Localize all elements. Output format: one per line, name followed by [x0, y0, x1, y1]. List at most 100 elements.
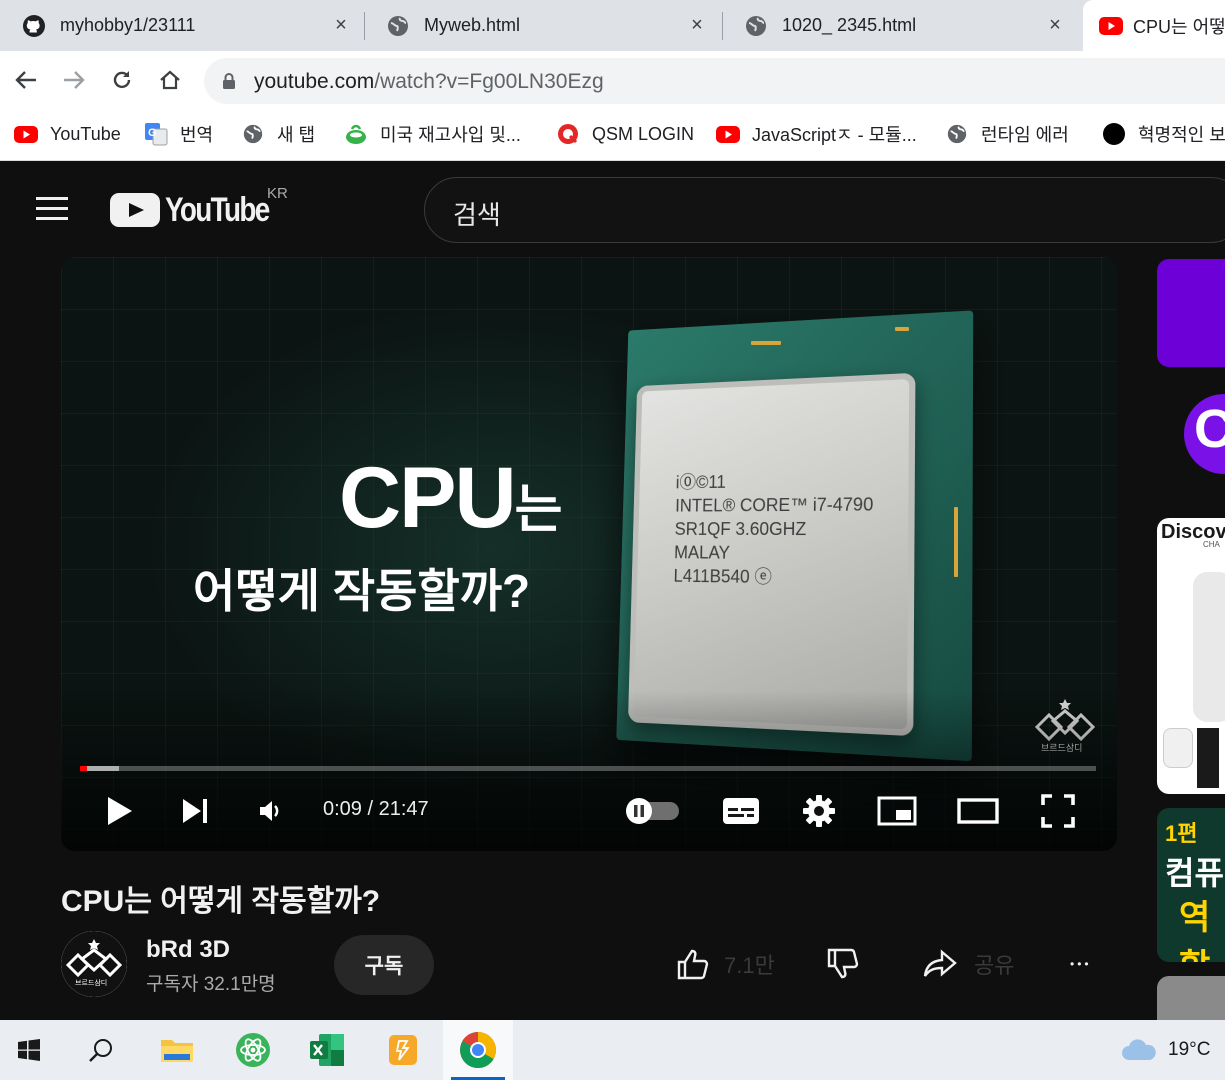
- overlay-title-suffix: 는: [514, 481, 563, 539]
- excel-button[interactable]: [292, 1020, 362, 1080]
- volume-button[interactable]: [251, 789, 291, 833]
- sidebar-badge-letter: C: [1194, 399, 1225, 459]
- thumb-line2: 역할: [1179, 899, 1211, 962]
- search-input[interactable]: 검색: [424, 177, 1225, 243]
- ad-brand-sub: CHA: [1203, 540, 1220, 549]
- gear-icon: [803, 795, 835, 827]
- atom-app-button[interactable]: [218, 1020, 288, 1080]
- home-button[interactable]: [153, 63, 187, 97]
- subscribe-button[interactable]: 구독: [334, 935, 434, 995]
- like-count: 7.1만: [724, 953, 775, 978]
- overlay-title-cpu: CPU: [339, 450, 517, 546]
- sidebar-video-thumbnail[interactable]: [1157, 976, 1225, 1020]
- translate-icon: G: [143, 121, 169, 147]
- dislike-button[interactable]: [826, 942, 860, 986]
- tab-github[interactable]: myhobby1/23111 ×: [0, 0, 366, 51]
- thumb-line1: 컴퓨: [1165, 855, 1224, 891]
- bookmark-revolutionary[interactable]: 혁명적인 보: [1101, 121, 1225, 147]
- cpu-engraving: i⓪©11 INTEL® CORE™ i7-4790 SR1QF 3.60GHZ…: [673, 472, 874, 588]
- atom-icon: [236, 1033, 270, 1067]
- bookmark-label: 미국 재고사입 및...: [380, 125, 521, 145]
- sidebar-ad-badge[interactable]: C: [1184, 394, 1225, 474]
- volume-icon: [260, 801, 279, 821]
- reload-icon: [113, 71, 131, 89]
- bookmark-qsm-login[interactable]: QSM LOGIN: [555, 121, 694, 147]
- globe-icon: [240, 121, 266, 147]
- tab-title: myhobby1/23111: [60, 15, 196, 35]
- video-title: CPU는 어떻게 작동할까?: [61, 885, 381, 918]
- autoplay-toggle[interactable]: [623, 789, 683, 833]
- video-overlay-subtitle: 어떻게 작동할까?: [193, 565, 531, 617]
- bookmark-youtube[interactable]: YouTube: [13, 121, 121, 147]
- subtitles-icon: [723, 798, 759, 824]
- like-button[interactable]: 7.1만: [676, 942, 775, 986]
- tab-1020-2345[interactable]: 1020_ 2345.html ×: [722, 0, 1080, 51]
- url-host: youtube.com: [254, 70, 375, 93]
- theater-mode-button[interactable]: [955, 789, 1001, 833]
- bookmarks-bar: YouTube G 번역 새 탭 미국 재고사입 및... QSM LOGIN …: [0, 109, 1225, 161]
- fullscreen-icon: [1041, 794, 1075, 828]
- channel-avatar[interactable]: 브르드삼디: [61, 931, 127, 997]
- autoplay-pause-icon: [626, 798, 679, 824]
- bookmark-translate[interactable]: G 번역: [143, 121, 213, 147]
- weather-widget[interactable]: 19°C: [1120, 1034, 1210, 1066]
- next-button[interactable]: [175, 789, 215, 833]
- arrow-right-icon: [64, 71, 85, 89]
- black-circle-icon: [1101, 121, 1127, 147]
- bookmark-label: JavaScriptㅈ - 모듈...: [752, 125, 917, 145]
- youtube-logo[interactable]: YouTube KR: [110, 185, 291, 230]
- reload-button[interactable]: [105, 63, 139, 97]
- miniplayer-icon: [877, 796, 917, 826]
- region-code: KR: [267, 185, 288, 202]
- close-icon[interactable]: ×: [330, 14, 352, 36]
- play-button[interactable]: [99, 789, 139, 833]
- bookmark-label: 혁명적인 보: [1138, 125, 1225, 145]
- home-icon: [160, 70, 180, 90]
- youtube-icon: [1099, 14, 1123, 38]
- chrome-button[interactable]: [443, 1020, 513, 1080]
- bookmark-label: 번역: [180, 125, 214, 145]
- sidebar-ad-thumbnail[interactable]: Discov CHA: [1157, 518, 1225, 794]
- forward-button[interactable]: [57, 63, 91, 97]
- tab-myweb[interactable]: Myweb.html ×: [364, 0, 722, 51]
- settings-button[interactable]: [797, 789, 841, 833]
- video-player[interactable]: CPU는 어떻게 작동할까? i⓪©11 INTEL® CORE™ i7-479…: [61, 257, 1117, 851]
- globe-icon: [386, 14, 410, 38]
- skip-next-icon: [183, 799, 207, 823]
- youtube-play-logo-icon: [110, 193, 160, 227]
- sidebar-ad-banner[interactable]: [1157, 259, 1225, 367]
- weather-temperature: 19°C: [1168, 1039, 1211, 1060]
- hamburger-menu-icon[interactable]: [36, 194, 70, 222]
- progress-bar[interactable]: [80, 766, 1096, 771]
- windows-taskbar: 19°C: [0, 1020, 1225, 1080]
- folder-icon: [161, 1040, 193, 1062]
- globe-icon: [744, 14, 768, 38]
- bookmark-javascript-module[interactable]: JavaScriptㅈ - 모듈...: [715, 121, 917, 147]
- fullscreen-button[interactable]: [1036, 789, 1080, 833]
- share-button[interactable]: 공유: [922, 942, 1014, 986]
- subtitles-button[interactable]: [719, 789, 763, 833]
- bookmark-label: 새 탭: [277, 125, 316, 145]
- close-icon[interactable]: ×: [1044, 14, 1066, 36]
- address-bar[interactable]: youtube.com/watch?v=Fg00LN30Ezg: [204, 58, 1225, 104]
- theater-icon: [957, 798, 999, 824]
- channel-name[interactable]: bRd 3D: [146, 936, 230, 964]
- back-button[interactable]: [9, 63, 43, 97]
- bookmark-new-tab[interactable]: 새 탭: [240, 121, 315, 147]
- search-button[interactable]: [66, 1020, 136, 1080]
- arrow-left-icon: [15, 71, 36, 89]
- close-icon[interactable]: ×: [686, 14, 708, 36]
- url-path: /watch?v=Fg00LN30Ezg: [374, 70, 604, 93]
- thumbs-down-icon: [827, 948, 859, 979]
- more-actions-button[interactable]: •••: [1070, 942, 1092, 986]
- file-explorer-button[interactable]: [142, 1020, 212, 1080]
- sticky-app-button[interactable]: [368, 1020, 438, 1080]
- bookmark-label: QSM LOGIN: [592, 123, 695, 144]
- start-button[interactable]: [0, 1020, 64, 1080]
- miniplayer-button[interactable]: [875, 789, 919, 833]
- tab-youtube-active[interactable]: CPU는 어떻: [1083, 0, 1225, 51]
- sidebar-video-thumbnail[interactable]: 1편 컴퓨 역할: [1157, 808, 1225, 962]
- tab-title: Myweb.html: [424, 15, 521, 35]
- bookmark-us-import[interactable]: 미국 재고사입 및...: [343, 121, 521, 147]
- bookmark-runtime-error[interactable]: 런타임 에러: [944, 121, 1069, 147]
